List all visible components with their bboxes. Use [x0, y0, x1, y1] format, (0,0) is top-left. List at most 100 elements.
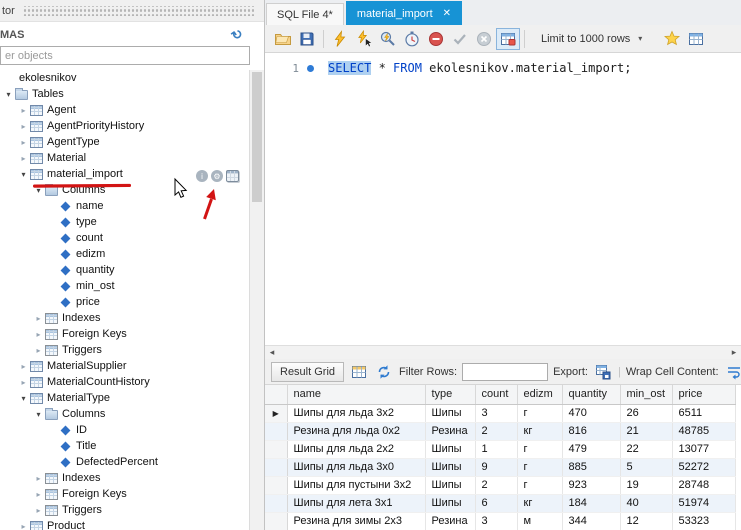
table-row[interactable]: ▶Шипы для льда 3x2Шипы3г470266511: [265, 404, 735, 422]
row-limit-dropdown[interactable]: Limit to 1000 rows ▾: [535, 31, 648, 47]
cell-price[interactable]: 51974: [672, 494, 735, 512]
tree-item-columns[interactable]: ▾Columns: [0, 406, 249, 422]
column-header-min_ost[interactable]: min_ost: [620, 385, 672, 404]
row-selector-header[interactable]: [265, 385, 287, 404]
collapse-arrow-icon[interactable]: ▾: [17, 170, 30, 179]
column-header-edizm[interactable]: edizm: [517, 385, 562, 404]
cell-edizm[interactable]: м: [517, 512, 562, 530]
tree-item-indexes[interactable]: ▸Indexes: [0, 470, 249, 486]
expand-arrow-icon[interactable]: ▸: [32, 314, 45, 323]
tree-item-triggers[interactable]: ▸Triggers: [0, 502, 249, 518]
sql-editor[interactable]: 1 SELECT * FROM ekolesnikov.material_imp…: [265, 53, 741, 345]
refresh-results-icon[interactable]: [374, 362, 394, 382]
row-selector[interactable]: [265, 512, 287, 530]
cell-min_ost[interactable]: 21: [620, 422, 672, 440]
cell-count[interactable]: 2: [475, 476, 517, 494]
wrap-cell-content-icon[interactable]: [724, 362, 741, 382]
save-script-button[interactable]: [295, 28, 319, 50]
cell-count[interactable]: 6: [475, 494, 517, 512]
expand-arrow-icon[interactable]: ▸: [17, 122, 30, 131]
cell-name[interactable]: Шипы для пустыни 3x2: [287, 476, 425, 494]
editor-hscrollbar[interactable]: ◂ ▸: [265, 345, 741, 359]
sql-statement[interactable]: SELECT * FROM ekolesnikov.material_impor…: [328, 61, 631, 75]
scroll-right-arrow-icon[interactable]: ▸: [727, 347, 741, 358]
scroll-left-arrow-icon[interactable]: ◂: [265, 347, 279, 358]
tree-item-defectedpercent[interactable]: DefectedPercent: [0, 454, 249, 470]
expand-arrow-icon[interactable]: ▸: [17, 106, 30, 115]
table-row[interactable]: Шипы для лета 3x1Шипы6кг1844051974: [265, 494, 735, 512]
column-header-count[interactable]: count: [475, 385, 517, 404]
result-grid-tab[interactable]: Result Grid: [271, 362, 344, 382]
cell-name[interactable]: Резина для зимы 2x3: [287, 512, 425, 530]
row-selector[interactable]: [265, 440, 287, 458]
cell-quantity[interactable]: 479: [562, 440, 620, 458]
cell-name[interactable]: Шипы для льда 3x2: [287, 404, 425, 422]
tree-item-min-ost[interactable]: min_ost: [0, 278, 249, 294]
tree-item-foreign-keys[interactable]: ▸Foreign Keys: [0, 326, 249, 342]
expand-arrow-icon[interactable]: ▸: [32, 330, 45, 339]
expand-arrow-icon[interactable]: ▸: [17, 522, 30, 530]
table-info-icon[interactable]: i: [196, 170, 208, 182]
cell-type[interactable]: Резина: [425, 512, 475, 530]
tree-item-agenttype[interactable]: ▸AgentType: [0, 134, 249, 150]
row-selector[interactable]: [265, 494, 287, 512]
cell-type[interactable]: Шипы: [425, 494, 475, 512]
cell-quantity[interactable]: 923: [562, 476, 620, 494]
tree-item-materialsupplier[interactable]: ▸MaterialSupplier: [0, 358, 249, 374]
tree-item-foreign-keys[interactable]: ▸Foreign Keys: [0, 486, 249, 502]
table-row[interactable]: Шипы для пустыни 3x2Шипы2г9231928748: [265, 476, 735, 494]
expand-arrow-icon[interactable]: ▸: [17, 362, 30, 371]
cell-quantity[interactable]: 816: [562, 422, 620, 440]
toggle-limit-button[interactable]: [496, 28, 520, 50]
tree-item-name[interactable]: name: [0, 198, 249, 214]
cell-type[interactable]: Шипы: [425, 476, 475, 494]
schema-filter-input[interactable]: [0, 46, 250, 65]
tree-item-agentpriorityhistory[interactable]: ▸AgentPriorityHistory: [0, 118, 249, 134]
cell-type[interactable]: Шипы: [425, 458, 475, 476]
expand-arrow-icon[interactable]: ▸: [17, 378, 30, 387]
tree-item-indexes[interactable]: ▸Indexes: [0, 310, 249, 326]
expand-arrow-icon[interactable]: ▸: [32, 490, 45, 499]
cell-name[interactable]: Резина для льда 0x2: [287, 422, 425, 440]
tree-item-id[interactable]: ID: [0, 422, 249, 438]
collapse-arrow-icon[interactable]: ▾: [32, 186, 45, 195]
cell-count[interactable]: 3: [475, 404, 517, 422]
cell-edizm[interactable]: г: [517, 440, 562, 458]
tree-item-triggers[interactable]: ▸Triggers: [0, 342, 249, 358]
tree-item-agent[interactable]: ▸Agent: [0, 102, 249, 118]
cell-edizm[interactable]: г: [517, 404, 562, 422]
tree-item-quantity[interactable]: quantity: [0, 262, 249, 278]
expand-arrow-icon[interactable]: ▸: [17, 138, 30, 147]
scrollbar-thumb[interactable]: [252, 72, 262, 202]
tree-item-materialtype[interactable]: ▾MaterialType: [0, 390, 249, 406]
expand-arrow-icon[interactable]: ▸: [32, 506, 45, 515]
column-header-name[interactable]: name: [287, 385, 425, 404]
column-header-type[interactable]: type: [425, 385, 475, 404]
cell-min_ost[interactable]: 12: [620, 512, 672, 530]
cell-price[interactable]: 28748: [672, 476, 735, 494]
cell-min_ost[interactable]: 19: [620, 476, 672, 494]
cell-type[interactable]: Шипы: [425, 440, 475, 458]
column-header-price[interactable]: price: [672, 385, 735, 404]
expand-arrow-icon[interactable]: ▸: [32, 346, 45, 355]
stop-query-button[interactable]: [400, 28, 424, 50]
cell-quantity[interactable]: 885: [562, 458, 620, 476]
cell-min_ost[interactable]: 5: [620, 458, 672, 476]
editor-tab-sql-file-4-[interactable]: SQL File 4*: [266, 3, 344, 25]
toggle-stop-on-error-button[interactable]: [424, 28, 448, 50]
tree-item-columns[interactable]: ▾Columns: [0, 182, 249, 198]
cell-name[interactable]: Шипы для льда 2x2: [287, 440, 425, 458]
row-selector[interactable]: [265, 458, 287, 476]
execute-query-button[interactable]: [328, 28, 352, 50]
tree-item-price[interactable]: price: [0, 294, 249, 310]
cell-count[interactable]: 9: [475, 458, 517, 476]
table-data-icon[interactable]: [226, 170, 239, 182]
cell-type[interactable]: Шипы: [425, 404, 475, 422]
tree-item-materialcounthistory[interactable]: ▸MaterialCountHistory: [0, 374, 249, 390]
tree-item-product[interactable]: ▸Product: [0, 518, 249, 530]
panel-grip[interactable]: [23, 6, 254, 16]
navigator-scrollbar[interactable]: [249, 70, 264, 530]
collapse-arrow-icon[interactable]: ▾: [17, 394, 30, 403]
row-selector[interactable]: [265, 422, 287, 440]
cell-count[interactable]: 1: [475, 440, 517, 458]
